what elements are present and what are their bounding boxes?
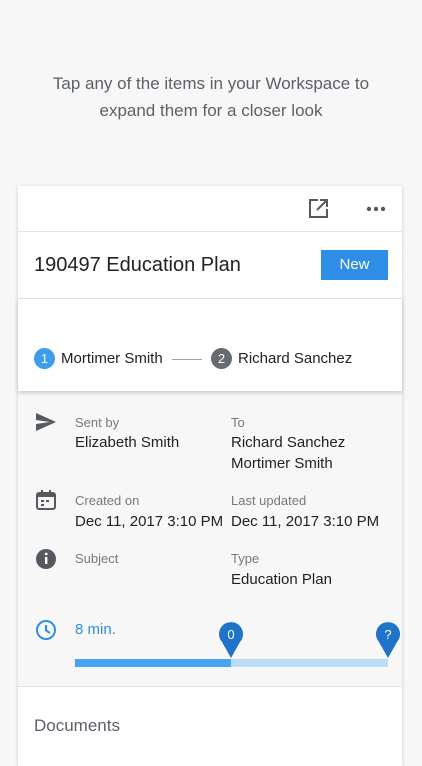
step-number-1: 1 (34, 348, 55, 369)
send-icon (35, 411, 57, 433)
type-label: Type (231, 551, 260, 566)
intro-line-1: Tap any of the items in your Workspace t… (52, 74, 370, 93)
to-recipient-1: Richard Sanchez (231, 434, 346, 451)
card-toolbar (18, 186, 402, 232)
timer-label: 8 min. (75, 621, 116, 638)
type-value: Education Plan (231, 571, 332, 588)
calendar-icon (35, 489, 57, 511)
intro-text: Tap any of the items in your Workspace t… (0, 70, 422, 124)
signer-step-1[interactable]: 1 Mortimer Smith (34, 348, 163, 369)
to-label: To (231, 415, 245, 430)
details-section: Sent by Elizabeth Smith To Richard Sanch… (18, 391, 402, 687)
intro-line-2: expand them for a closer look (99, 101, 323, 120)
card-title: 190497 Education Plan (34, 254, 241, 276)
more-options-icon[interactable] (364, 197, 388, 221)
documents-heading[interactable]: Documents (34, 716, 120, 736)
start-marker-label: 0 (227, 627, 235, 642)
sent-by-label: Sent by (75, 415, 120, 430)
created-on-label: Created on (75, 493, 140, 508)
workspace-card[interactable]: 190497 Education Plan New 1 Mortimer Smi… (18, 186, 402, 766)
progress-marker-start[interactable]: 0 (219, 622, 243, 658)
signer-name-2: Richard Sanchez (238, 350, 353, 367)
status-badge[interactable]: New (321, 250, 388, 280)
info-icon (35, 548, 57, 570)
end-marker-label: ? (384, 627, 392, 642)
step-number-2: 2 (211, 348, 232, 369)
progress-marker-end[interactable]: ? (376, 622, 400, 658)
title-row: 190497 Education Plan New (18, 232, 402, 299)
signer-name-1: Mortimer Smith (61, 350, 163, 367)
last-updated-value: Dec 11, 2017 3:10 PM (231, 513, 380, 530)
to-recipient-2: Mortimer Smith (231, 455, 333, 472)
subject-label: Subject (75, 551, 119, 566)
open-external-icon[interactable] (306, 197, 330, 221)
sent-by-value: Elizabeth Smith (75, 434, 180, 451)
signer-step-2[interactable]: 2 Richard Sanchez (211, 348, 352, 369)
clock-icon (35, 619, 57, 641)
signer-sequence: 1 Mortimer Smith 2 Richard Sanchez (18, 299, 402, 391)
step-connector (172, 359, 202, 360)
created-on-value: Dec 11, 2017 3:10 PM (75, 513, 224, 530)
last-updated-label: Last updated (231, 493, 307, 508)
progress-fill (75, 659, 231, 667)
